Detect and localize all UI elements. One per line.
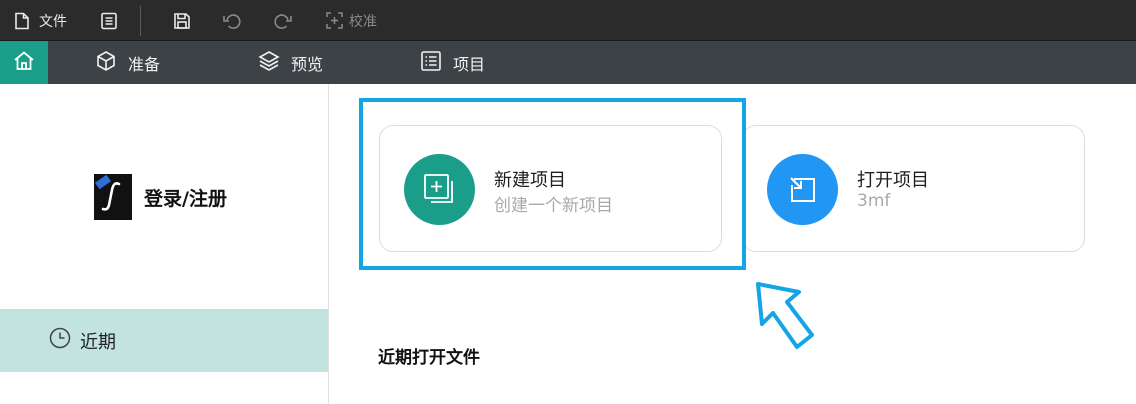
toolbar: 文件 校准 — [0, 0, 1136, 41]
home-tab[interactable] — [0, 41, 48, 84]
document-list-icon — [100, 12, 118, 30]
tab-prepare[interactable]: 准备 — [95, 41, 160, 84]
file-menu-label: 文件 — [39, 13, 67, 30]
sidebar-item-recent[interactable]: 近期 — [0, 309, 328, 372]
open-project-title: 打开项目 — [857, 170, 929, 191]
login-label: 登录/注册 — [144, 187, 227, 210]
calibrate-button[interactable]: 校准 — [326, 0, 377, 41]
list-icon — [420, 50, 453, 76]
highlight-frame — [359, 98, 746, 270]
save-icon — [173, 12, 191, 30]
tab-project[interactable]: 项目 — [420, 41, 485, 84]
redo-button[interactable] — [273, 0, 293, 41]
file-menu-button[interactable]: 文件 — [14, 0, 67, 41]
tab-prepare-label: 准备 — [128, 54, 161, 74]
navbar: 准备 预览 项目 — [0, 41, 1136, 84]
save-button[interactable] — [173, 0, 191, 41]
tab-preview-label: 预览 — [291, 54, 324, 74]
sidebar-item-recent-label: 近期 — [80, 331, 116, 353]
undo-icon — [222, 12, 242, 30]
file-icon — [14, 12, 30, 30]
document-list-button[interactable] — [100, 0, 118, 41]
open-project-card[interactable]: 打开项目 3mf — [742, 125, 1085, 252]
main-content: 新建项目 创建一个新项目 打开项目 3mf 近期打开文件 — [330, 84, 1136, 404]
toolbar-divider — [140, 6, 141, 36]
pointer-arrow-icon — [754, 280, 828, 358]
app-logo — [94, 174, 132, 220]
redo-icon — [273, 12, 293, 30]
calibrate-icon — [326, 12, 343, 29]
layers-icon — [258, 50, 291, 76]
app-window: 文件 校准 准备 预览 项目 登录/注册 近期 新建项目 创建一个新项目 打开项… — [0, 0, 1136, 404]
home-icon — [13, 50, 35, 75]
tab-project-label: 项目 — [453, 54, 486, 74]
calibrate-label: 校准 — [349, 13, 377, 30]
recent-files-title: 近期打开文件 — [378, 348, 480, 368]
login-button[interactable]: 登录/注册 — [94, 174, 227, 220]
open-project-subtitle: 3mf — [857, 191, 891, 211]
tab-preview[interactable]: 预览 — [258, 41, 323, 84]
open-project-icon — [767, 154, 838, 225]
clock-icon — [49, 327, 80, 354]
undo-button[interactable] — [222, 0, 242, 41]
cube-icon — [95, 50, 128, 76]
sidebar: 登录/注册 近期 — [0, 84, 329, 404]
